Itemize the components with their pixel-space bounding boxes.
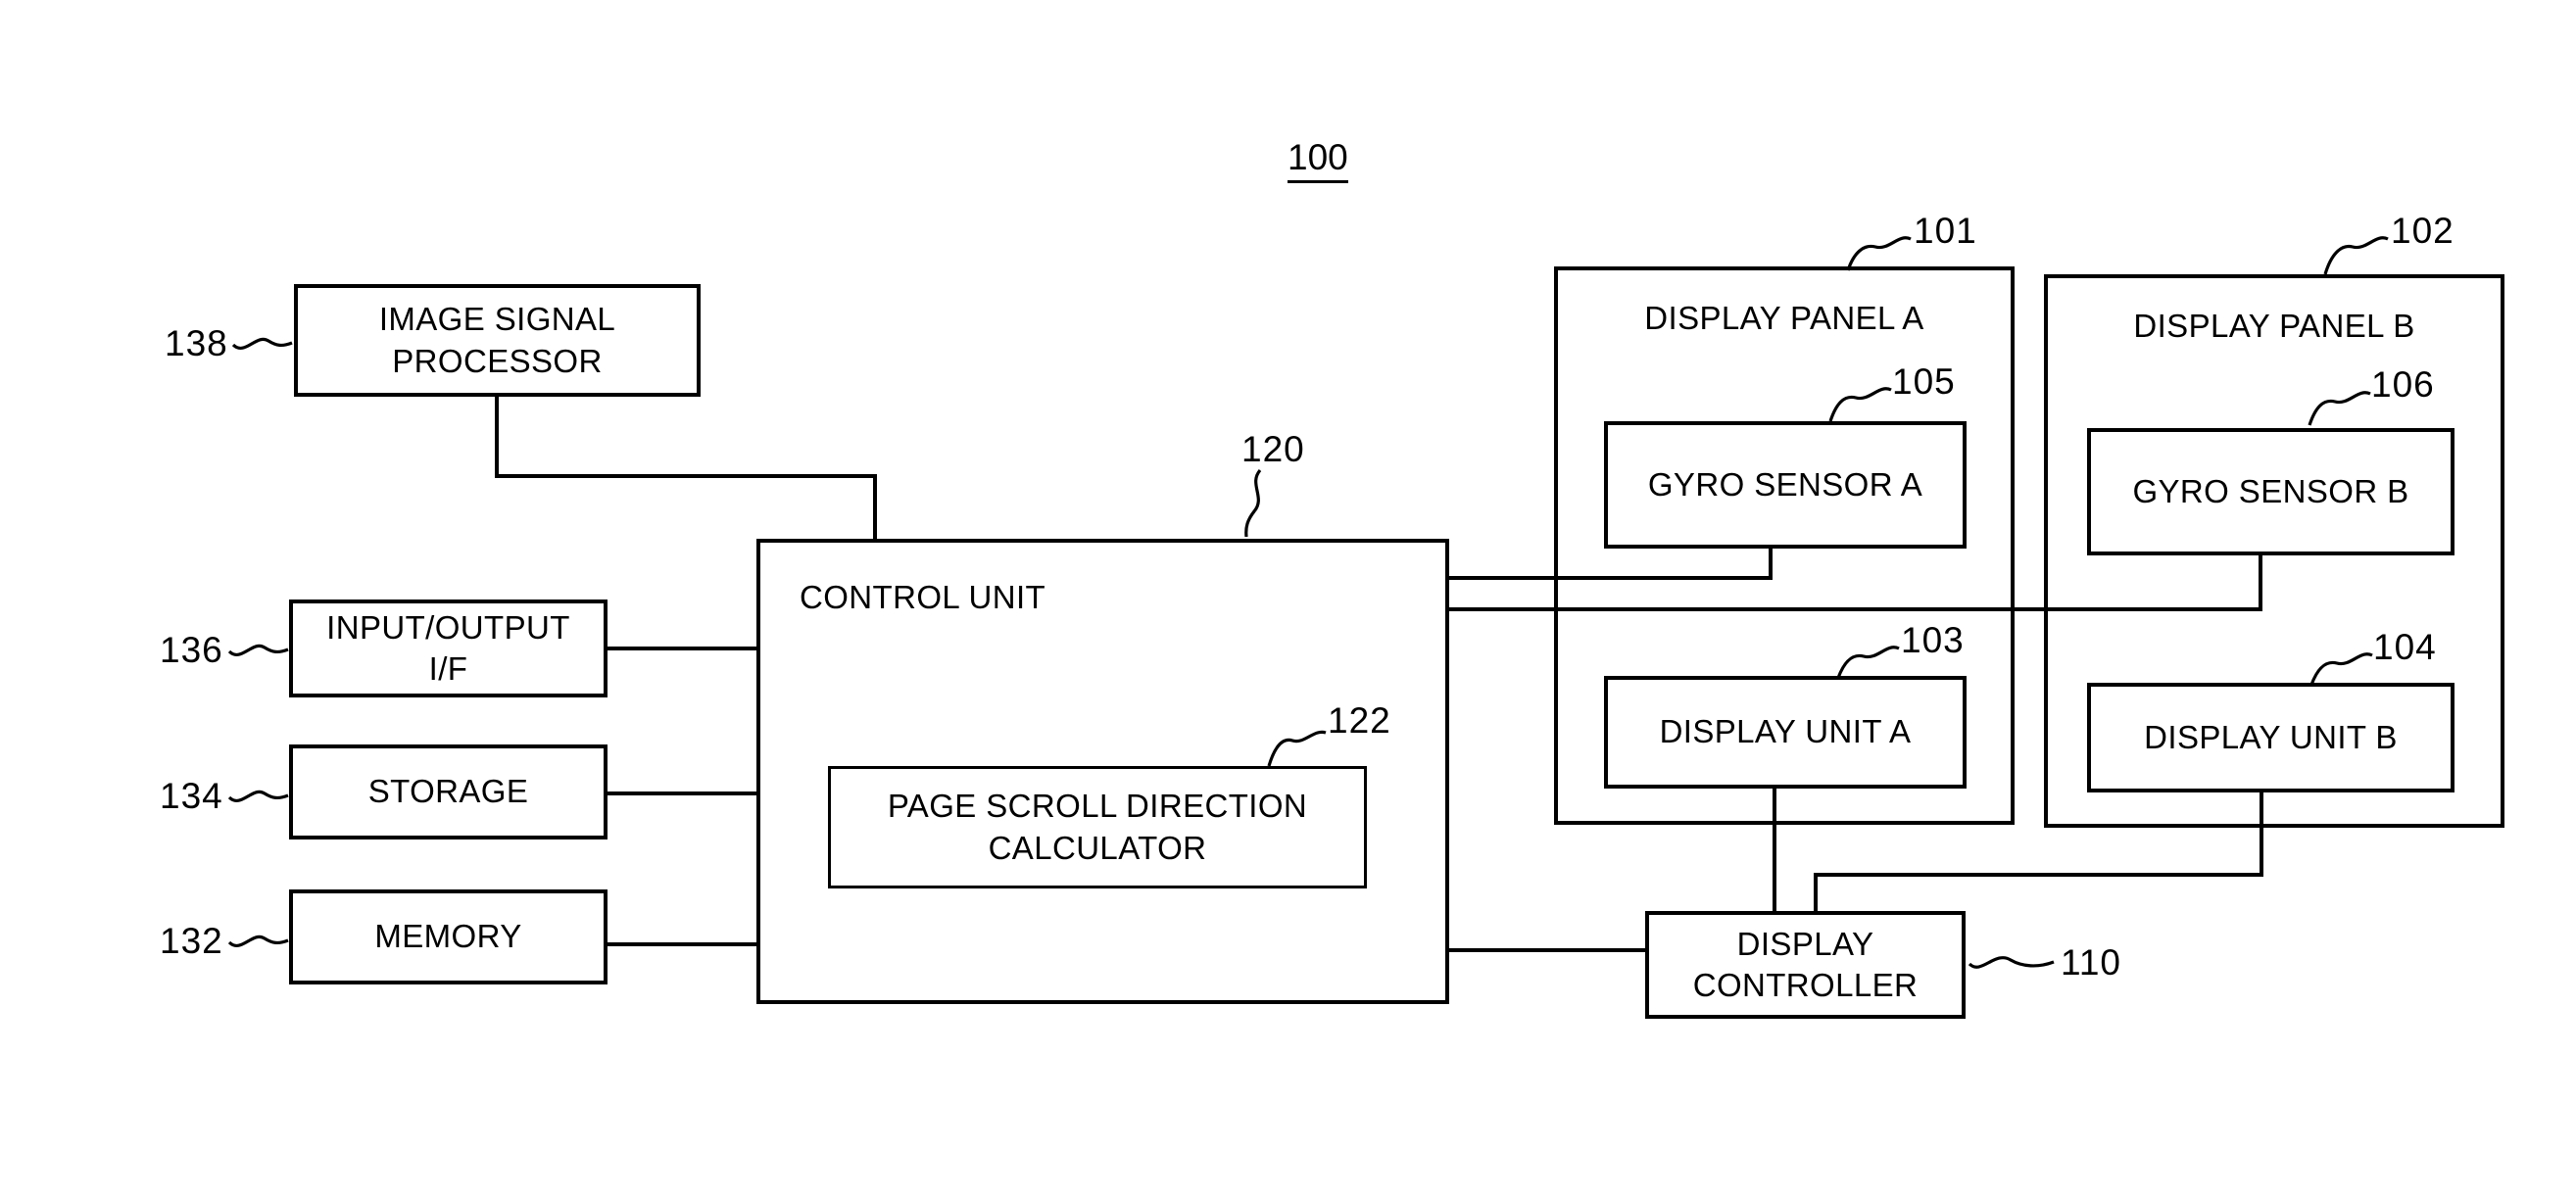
block-display-unit-a: DISPLAY UNIT A [1604, 676, 1967, 789]
block-gyro-sensor-b: GYRO SENSOR B [2087, 428, 2454, 555]
block-input-output-if-label-line2: I/F [428, 650, 468, 687]
system-reference-100: 100 [1288, 137, 1348, 183]
block-display-panel-b-label: DISPLAY PANEL B [2133, 308, 2415, 344]
wire-display-unit-a-to-controller [1773, 785, 1776, 915]
wire-isp-right [495, 474, 877, 478]
ref-120: 120 [1241, 429, 1305, 469]
wire-isp-down [495, 395, 499, 478]
leader-line-132 [227, 935, 289, 947]
block-input-output-if-label-line1: INPUT/OUTPUT [326, 608, 570, 646]
wire-memory-to-control [604, 942, 760, 946]
block-display-controller-label-line2: CONTROLLER [1692, 967, 1919, 1003]
ref-101: 101 [1914, 211, 1977, 251]
ref-122: 122 [1328, 700, 1391, 741]
ref-105: 105 [1892, 361, 1956, 402]
wire-control-to-display-controller [1445, 948, 1649, 952]
block-display-unit-b: DISPLAY UNIT B [2087, 683, 2454, 792]
block-memory: MEMORY [289, 889, 608, 984]
block-display-panel-a-label: DISPLAY PANEL A [1644, 300, 1924, 336]
ref-132: 132 [160, 921, 223, 961]
ref-110: 110 [2061, 942, 2121, 983]
leader-line-136 [227, 644, 289, 656]
block-control-unit-label: CONTROL UNIT [800, 579, 1046, 615]
block-gyro-sensor-a-label: GYRO SENSOR A [1647, 465, 1923, 503]
block-gyro-sensor-a: GYRO SENSOR A [1604, 421, 1967, 549]
leader-line-110 [1968, 956, 2055, 969]
block-display-controller-label-line1: DISPLAY [1736, 925, 1874, 962]
block-storage: STORAGE [289, 744, 608, 839]
wire-display-unit-b-to-controller [1814, 873, 1818, 915]
leader-line-102 [2323, 236, 2389, 275]
ref-106: 106 [2371, 364, 2435, 405]
ref-138: 138 [165, 323, 228, 363]
leader-line-120 [1244, 468, 1262, 538]
wire-isp-down2 [873, 474, 877, 543]
wire-control-to-gyro-b-h [1445, 607, 2262, 611]
ref-102: 102 [2391, 211, 2454, 251]
patent-figure-canvas: 100 IMAGE SIGNAL PROCESSOR 138 INPUT/OUT… [0, 0, 2576, 1199]
ref-134: 134 [160, 776, 223, 816]
block-display-unit-a-label: DISPLAY UNIT A [1659, 713, 1912, 750]
block-memory-label: MEMORY [374, 918, 522, 955]
block-image-signal-processor-label-line1: IMAGE SIGNAL [378, 301, 616, 338]
block-input-output-if: INPUT/OUTPUT I/F [289, 600, 608, 697]
block-image-signal-processor-label-line2: PROCESSOR [392, 342, 603, 379]
wire-control-to-gyro-a-h [1445, 576, 1773, 580]
wire-control-to-gyro-b-v [2259, 552, 2262, 610]
wire-storage-to-control [604, 791, 760, 795]
ref-103: 103 [1901, 620, 1965, 660]
block-page-scroll-direction-calculator-label-line1: PAGE SCROLL DIRECTION [887, 788, 1308, 825]
ref-104: 104 [2373, 627, 2437, 667]
block-image-signal-processor: IMAGE SIGNAL PROCESSOR [294, 284, 701, 397]
block-display-unit-b-label: DISPLAY UNIT B [2144, 718, 2398, 755]
wire-control-to-gyro-a-v [1769, 545, 1773, 580]
block-page-scroll-direction-calculator-label-line2: CALCULATOR [988, 829, 1207, 866]
block-page-scroll-direction-calculator: PAGE SCROLL DIRECTION CALCULATOR [828, 766, 1367, 888]
ref-136: 136 [160, 630, 223, 670]
block-storage-label: STORAGE [367, 773, 529, 810]
leader-line-138 [231, 337, 293, 350]
block-gyro-sensor-b-label: GYRO SENSOR B [2132, 472, 2409, 509]
block-display-controller: DISPLAY CONTROLLER [1645, 911, 1966, 1019]
wire-display-unit-b-down [2260, 789, 2263, 877]
leader-line-134 [227, 790, 289, 802]
wire-io-to-control [604, 647, 760, 650]
wire-display-unit-b-left [1814, 873, 2263, 877]
